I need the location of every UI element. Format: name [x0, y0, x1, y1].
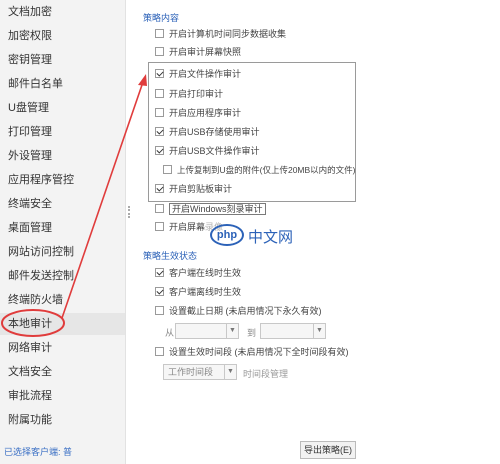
checkbox-checked[interactable] [155, 69, 164, 78]
sidebar-item-encrypt-permission[interactable]: 加密权限 [0, 25, 125, 47]
option-usb-file-audit[interactable]: 开启USB文件操作审计 [155, 144, 260, 158]
checkbox-checked[interactable] [155, 127, 164, 136]
checkbox[interactable] [155, 108, 164, 117]
php-logo: php [210, 224, 244, 246]
policy-effect-title: 策略生效状态 [143, 251, 198, 261]
option-screen-snapshot[interactable]: 开启审计屏幕快照 [155, 45, 241, 59]
option-usb-storage-audit[interactable]: 开启USB存储使用审计 [155, 125, 260, 139]
sidebar-item-desktop-management[interactable]: 桌面管理 [0, 217, 125, 239]
checkbox-checked[interactable] [155, 184, 164, 193]
from-label: 从 [165, 328, 175, 338]
to-label: 到 [247, 328, 257, 338]
sidebar-item-mail-send-control[interactable]: 邮件发送控制 [0, 265, 125, 287]
sidebar-item-doc-encrypt[interactable]: 文档加密 [0, 1, 125, 23]
checkbox[interactable] [155, 347, 164, 356]
policy-content-title: 策略内容 [143, 13, 180, 23]
checkbox[interactable] [155, 222, 164, 231]
sidebar-item-local-audit[interactable]: 本地审计 [0, 313, 125, 335]
sidebar-item-network-audit[interactable]: 网络审计 [0, 337, 125, 359]
checkbox-checked[interactable] [155, 287, 164, 296]
panel-splitter[interactable] [128, 206, 130, 218]
chevron-down-icon: ▼ [313, 324, 325, 338]
time-period-select[interactable]: 工作时间段 ▼ [163, 364, 237, 380]
option-online-effective[interactable]: 客户端在线时生效 [155, 266, 241, 280]
option-app-audit[interactable]: 开启应用程序审计 [155, 106, 241, 120]
sidebar-item-print-management[interactable]: 打印管理 [0, 121, 125, 143]
export-policy-button[interactable]: 导出策略(E) [300, 441, 356, 459]
option-effective-period[interactable]: 设置生效时间段 (未启用情况下全时间段有效) [155, 345, 349, 359]
checkbox[interactable] [155, 204, 164, 213]
selected-client-label[interactable]: 已选择客户端: 普 [4, 445, 72, 458]
option-print-audit[interactable]: 开启打印审计 [155, 87, 223, 101]
sidebar-item-doc-security[interactable]: 文档安全 [0, 361, 125, 383]
option-expiry-date[interactable]: 设置截止日期 (未启用情况下永久有效) [155, 304, 322, 318]
checkbox[interactable] [163, 165, 172, 174]
checkbox-checked[interactable] [155, 146, 164, 155]
sidebar: 文档加密 加密权限 密钥管理 邮件白名单 U盘管理 打印管理 外设管理 应用程序… [0, 0, 126, 464]
time-period-manage-link[interactable]: 时间段管理 [243, 367, 288, 380]
sidebar-item-mail-whitelist[interactable]: 邮件白名单 [0, 73, 125, 95]
to-date-select[interactable]: ▼ [260, 323, 326, 339]
sidebar-item-accessory[interactable]: 附属功能 [0, 409, 125, 431]
sidebar-item-terminal-security[interactable]: 终端安全 [0, 193, 125, 215]
option-time-sync[interactable]: 开启计算机时间同步数据收集 [155, 27, 286, 41]
sidebar-item-approval-flow[interactable]: 审批流程 [0, 385, 125, 407]
checkbox[interactable] [155, 89, 164, 98]
option-clipboard-audit[interactable]: 开启剪贴板审计 [155, 182, 232, 196]
option-offline-effective[interactable]: 客户端离线时生效 [155, 285, 241, 299]
sidebar-item-terminal-firewall[interactable]: 终端防火墙 [0, 289, 125, 311]
checkbox-checked[interactable] [155, 268, 164, 277]
sidebar-item-peripheral-management[interactable]: 外设管理 [0, 145, 125, 167]
checkbox[interactable] [155, 47, 164, 56]
arrow-head-icon [138, 74, 147, 86]
option-file-audit[interactable]: 开启文件操作审计 [155, 67, 241, 81]
chevron-down-icon: ▼ [224, 365, 236, 379]
option-windows-burn-audit[interactable]: 开启Windows刻录审计 [155, 202, 266, 216]
watermark-text: 中文网 [248, 229, 294, 246]
option-upload-usb-attachment[interactable]: 上传复制到U盘的附件(仅上传20MB以内的文件) [163, 163, 356, 177]
checkbox[interactable] [155, 306, 164, 315]
sidebar-item-website-access[interactable]: 网站访问控制 [0, 241, 125, 263]
checkbox[interactable] [155, 29, 164, 38]
chevron-down-icon: ▼ [226, 324, 238, 338]
sidebar-item-key-management[interactable]: 密钥管理 [0, 49, 125, 71]
from-date-select[interactable]: ▼ [175, 323, 239, 339]
sidebar-item-app-control[interactable]: 应用程序管控 [0, 169, 125, 191]
sidebar-item-usb-management[interactable]: U盘管理 [0, 97, 125, 119]
